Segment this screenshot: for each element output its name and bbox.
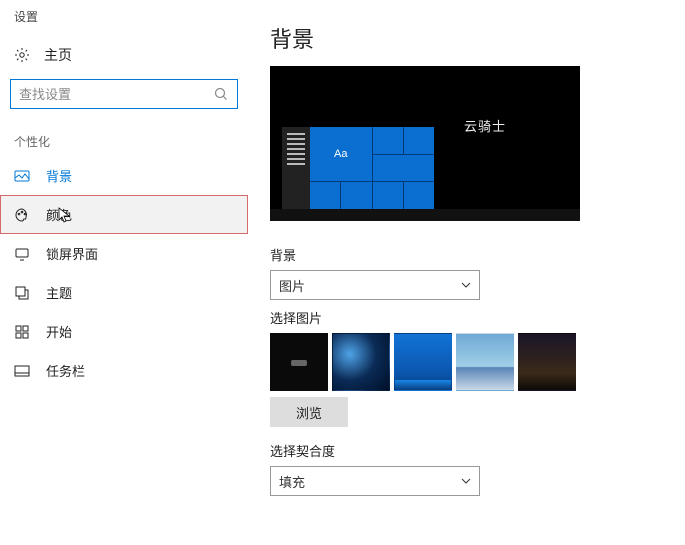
lock-icon [14,246,30,262]
select-value: 图片 [279,276,305,295]
background-type-select[interactable]: 图片 [270,270,480,300]
picture-thumb-3[interactable] [456,333,514,391]
palette-icon [14,207,30,223]
background-label: 背景 [270,245,667,264]
category-heading: 个性化 [0,123,248,156]
preview-taskbar [270,209,580,221]
sidebar-item-colors[interactable]: 颜色 [0,195,248,234]
fit-select[interactable]: 填充 [270,466,480,496]
sidebar-item-label: 主题 [46,283,72,302]
picture-thumb-0[interactable] [270,333,328,391]
chevron-down-icon [461,474,471,489]
main-content: 背景 云骑士 Aa 背景 图片 选择图片 [248,0,685,545]
image-icon [14,168,30,184]
choose-picture-label: 选择图片 [270,308,667,327]
home-nav[interactable]: 主页 [0,39,248,79]
desktop-preview: 云骑士 Aa [270,66,580,221]
preview-start-menu: Aa [282,127,434,209]
sidebar-item-lockscreen[interactable]: 锁屏界面 [0,234,248,273]
picture-thumbnails [270,333,667,391]
gear-icon [14,47,30,63]
sidebar-item-label: 背景 [46,166,72,185]
settings-label: 设置 [0,0,248,39]
sidebar: 设置 主页 个性化 背景 颜色 [0,0,248,545]
picture-thumb-2[interactable] [394,333,452,391]
search-input[interactable] [19,87,213,102]
sidebar-item-start[interactable]: 开始 [0,312,248,351]
select-value: 填充 [279,472,305,491]
chevron-down-icon [461,278,471,293]
page-title: 背景 [270,22,667,54]
home-label: 主页 [44,45,72,65]
preview-tile-aa: Aa [310,127,372,181]
browse-button[interactable]: 浏览 [270,397,348,427]
sidebar-item-label: 任务栏 [46,361,85,380]
search-input-wrap[interactable] [10,79,238,109]
search-icon [213,86,229,102]
sidebar-item-background[interactable]: 背景 [0,156,248,195]
start-icon [14,324,30,340]
fit-label: 选择契合度 [270,441,667,460]
sidebar-item-themes[interactable]: 主题 [0,273,248,312]
picture-thumb-1[interactable] [332,333,390,391]
sidebar-item-label: 锁屏界面 [46,244,98,263]
picture-thumb-4[interactable] [518,333,576,391]
sidebar-item-label: 开始 [46,322,72,341]
preview-brand-text: 云骑士 [464,116,506,135]
sidebar-item-taskbar[interactable]: 任务栏 [0,351,248,390]
sidebar-item-label: 颜色 [46,205,72,224]
taskbar-icon [14,363,30,379]
theme-icon [14,285,30,301]
